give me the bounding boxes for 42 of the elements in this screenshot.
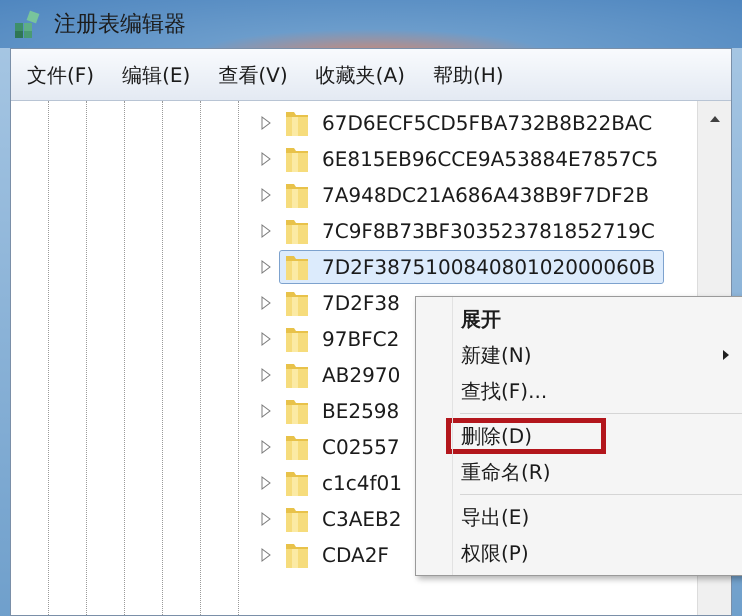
expand-arrow-icon[interactable]: [261, 368, 271, 382]
tree-item[interactable]: 7A948DC21A686A438B9F7DF2B: [279, 178, 658, 212]
expand-arrow-icon[interactable]: [261, 224, 271, 238]
tree-item[interactable]: 97BFC2: [279, 322, 408, 356]
expand-arrow-icon[interactable]: [261, 512, 271, 526]
submenu-arrow-icon: [722, 349, 730, 361]
registry-cubes-icon: [12, 9, 42, 39]
menu-item[interactable]: 收藏夹(A): [316, 60, 405, 90]
tree-item[interactable]: C3AEB2: [279, 502, 410, 536]
context-menu-item[interactable]: 查找(F)...: [446, 373, 562, 409]
tree-item[interactable]: 6E815EB96CCE9A53884E7857C5: [279, 142, 668, 176]
expand-arrow-icon[interactable]: [261, 188, 271, 202]
menu-item[interactable]: 编辑(E): [122, 60, 190, 90]
context-menu-item[interactable]: 展开: [446, 301, 516, 337]
tree-item[interactable]: 7D2F387510084080102000060B: [279, 250, 664, 284]
expand-arrow-icon[interactable]: [261, 404, 271, 418]
expand-arrow-icon[interactable]: [261, 440, 271, 454]
tree-item[interactable]: c1c4f01: [279, 466, 411, 500]
tree-item[interactable]: C02557: [279, 430, 409, 464]
context-menu-item[interactable]: 删除(D): [446, 418, 606, 454]
expand-arrow-icon[interactable]: [261, 260, 271, 274]
tree-item[interactable]: 67D6ECF5CD5FBA732B8B22BAC: [279, 106, 662, 140]
tree-item[interactable]: 7D2F38: [279, 286, 409, 320]
menu-item[interactable]: 文件(F): [27, 60, 94, 90]
window-title: 注册表编辑器: [54, 10, 186, 38]
expand-arrow-icon[interactable]: [261, 152, 271, 166]
context-menu-item[interactable]: 权限(P): [446, 535, 544, 571]
context-menu-item[interactable]: 导出(E): [446, 499, 544, 535]
expand-arrow-icon[interactable]: [261, 332, 271, 346]
expand-arrow-icon[interactable]: [261, 296, 271, 310]
expand-arrow-icon[interactable]: [261, 116, 271, 130]
tree-item[interactable]: 7C9F8B73BF303523781852719C: [279, 214, 664, 248]
context-menu-item[interactable]: 新建(N): [446, 337, 547, 373]
tree-item[interactable]: CDA2F: [279, 538, 398, 572]
scroll-up-icon[interactable]: [708, 115, 720, 123]
context-menu-item[interactable]: 重命名(R): [446, 454, 566, 490]
tree-item[interactable]: AB2970: [279, 358, 410, 392]
expand-arrow-icon[interactable]: [261, 476, 271, 490]
tree-item[interactable]: BE2598: [279, 394, 408, 428]
expand-arrow-icon[interactable]: [261, 548, 271, 562]
menu-item[interactable]: 查看(V): [218, 60, 288, 90]
menu-item[interactable]: 帮助(H): [432, 60, 504, 90]
